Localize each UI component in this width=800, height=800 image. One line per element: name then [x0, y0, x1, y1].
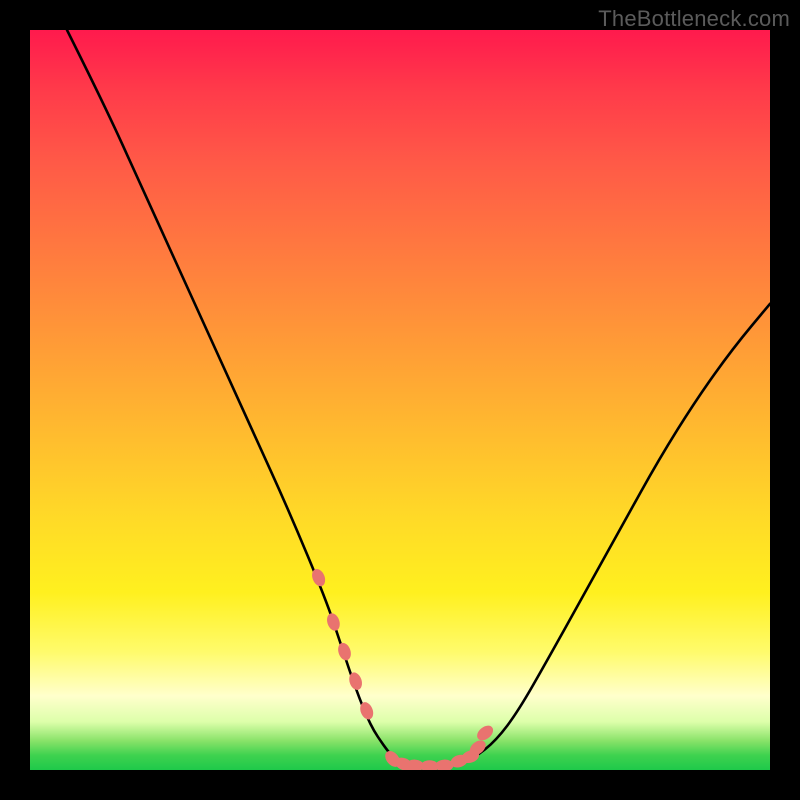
- data-marker: [474, 723, 496, 744]
- data-marker: [336, 641, 353, 662]
- chart-svg: [30, 30, 770, 770]
- data-marker: [325, 612, 342, 633]
- chart-frame: TheBottleneck.com: [0, 0, 800, 800]
- bottleneck-curve: [67, 30, 770, 766]
- watermark-label: TheBottleneck.com: [598, 6, 790, 32]
- curve-group: [67, 30, 770, 766]
- marker-group: [310, 567, 496, 770]
- chart-plot-area: [30, 30, 770, 770]
